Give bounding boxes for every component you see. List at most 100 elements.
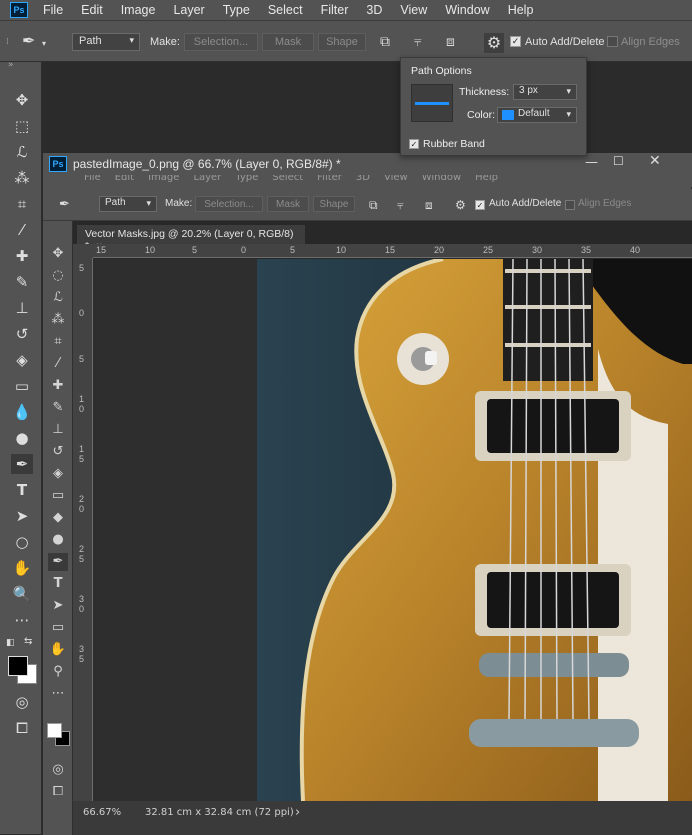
align-edges-checkbox[interactable] [607, 36, 618, 47]
make-mask-button[interactable]: Mask [262, 33, 314, 51]
path-alignment-icon[interactable]: ⫧ [397, 198, 404, 212]
menu-image[interactable]: Image [112, 3, 165, 17]
gear-icon[interactable]: ⚙ [484, 33, 504, 53]
ruler-corner[interactable] [73, 244, 93, 258]
lasso-tool-icon[interactable]: ℒ [48, 289, 68, 307]
path-selection-tool-icon[interactable]: ➤ [48, 597, 68, 615]
shape-tool-icon[interactable]: ▭ [48, 619, 68, 637]
inner-auto-add-delete-checkbox[interactable]: ✓ [475, 200, 485, 210]
eraser-tool-icon[interactable]: ◈ [11, 350, 33, 370]
inner-tool-mode-select[interactable]: Path ▾ [99, 196, 157, 212]
menu-file[interactable]: File [34, 3, 72, 17]
auto-add-delete-checkbox[interactable]: ✓ [510, 36, 521, 47]
path-operations-icon[interactable]: ⧉ [369, 198, 378, 212]
eyedropper-tool-icon[interactable]: ⁄ [48, 355, 68, 373]
history-brush-tool-icon[interactable]: ↺ [11, 324, 33, 344]
crop-tool-icon[interactable]: ⌗ [48, 333, 68, 351]
inner-menu-image[interactable]: Image [141, 175, 186, 183]
move-tool-icon[interactable]: ✥ [48, 245, 68, 263]
more-tools-icon[interactable]: ⋯ [48, 685, 68, 703]
inner-menu-view[interactable]: View [377, 175, 415, 183]
hand-tool-icon[interactable]: ✋ [48, 641, 68, 659]
inner-menu-edit[interactable]: Edit [108, 175, 141, 183]
chevron-down-icon[interactable]: ▾ [42, 37, 46, 51]
close-icon[interactable]: ✕ [649, 153, 661, 169]
marquee-tool-icon[interactable]: ⬚ [11, 116, 33, 136]
clone-stamp-tool-icon[interactable]: ⊥ [48, 421, 68, 439]
shape-tool-icon[interactable]: ○ [11, 532, 33, 552]
path-operations-icon[interactable]: ⧉ [380, 35, 390, 49]
blur-tool-icon[interactable]: 💧 [11, 402, 33, 422]
eyedropper-tool-icon[interactable]: ⁄ [11, 220, 33, 240]
type-tool-icon[interactable]: T [48, 575, 68, 593]
inner-make-selection-button[interactable]: Selection... [195, 196, 263, 212]
menu-help[interactable]: Help [499, 3, 543, 17]
menu-view[interactable]: View [391, 3, 436, 17]
path-arrangement-icon[interactable]: ⧈ [425, 198, 433, 212]
inner-menu-layer[interactable]: Layer [186, 175, 228, 183]
pen-tool-icon[interactable]: ✒ [11, 454, 33, 474]
healing-brush-tool-icon[interactable]: ✚ [48, 377, 68, 395]
quick-mask-icon[interactable]: ◎ [48, 761, 68, 779]
more-tools-icon[interactable]: ⋯ [11, 610, 33, 630]
dodge-tool-icon[interactable]: ● [11, 428, 33, 448]
pen-tool-preset-icon[interactable]: ✒ [59, 198, 70, 212]
tool-mode-select[interactable]: Path ▾ [72, 33, 140, 51]
inner-make-mask-button[interactable]: Mask [267, 196, 309, 212]
menu-layer[interactable]: Layer [164, 3, 213, 17]
marquee-tool-icon[interactable]: ◌ [48, 267, 68, 285]
canvas[interactable] [93, 259, 692, 801]
inner-align-edges-checkbox[interactable] [565, 200, 575, 210]
inner-menu-select[interactable]: Select [265, 175, 310, 183]
menu-type[interactable]: Type [214, 3, 259, 17]
zoom-level[interactable]: 66.67% [83, 807, 121, 818]
vertical-ruler[interactable]: 5 0 5 1 0 1 5 2 0 2 5 3 0 3 5 [73, 258, 93, 801]
foreground-color-swatch[interactable] [8, 656, 28, 676]
quick-mask-icon[interactable]: ◎ [11, 692, 33, 712]
magic-wand-tool-icon[interactable]: ⁂ [11, 168, 33, 188]
zoom-tool-icon[interactable]: 🔍 [11, 584, 33, 604]
inner-menu-filter[interactable]: Filter [310, 175, 349, 183]
make-shape-button[interactable]: Shape [318, 33, 366, 51]
document-tab[interactable]: Vector Masks.jpg @ 20.2% (Layer 0, RGB/8… [77, 225, 305, 252]
magic-wand-tool-icon[interactable]: ⁂ [48, 311, 68, 329]
menu-select[interactable]: Select [259, 3, 312, 17]
menu-edit[interactable]: Edit [72, 3, 112, 17]
healing-brush-tool-icon[interactable]: ✚ [11, 246, 33, 266]
zoom-tool-icon[interactable]: ⚲ [48, 663, 68, 681]
clone-stamp-tool-icon[interactable]: ⊥ [11, 298, 33, 318]
inner-menu-help[interactable]: Help [468, 175, 505, 183]
inner-make-shape-button[interactable]: Shape [313, 196, 355, 212]
brush-tool-icon[interactable]: ✎ [11, 272, 33, 292]
move-tool-icon[interactable]: ✥ [11, 90, 33, 110]
inner-menu-file[interactable]: File [77, 175, 108, 183]
color-select[interactable]: Default ▾ [497, 107, 577, 123]
menu-window[interactable]: Window [436, 3, 498, 17]
inner-menu-type[interactable]: Type [228, 175, 265, 183]
default-colors-icon[interactable]: ◧ [6, 638, 15, 648]
make-selection-button[interactable]: Selection... [184, 33, 258, 51]
minimize-icon[interactable]: — [585, 155, 598, 170]
gear-icon[interactable]: ⚙ [455, 198, 466, 212]
menu-3d[interactable]: 3D [357, 3, 391, 17]
path-selection-tool-icon[interactable]: ➤ [11, 506, 33, 526]
swap-colors-icon[interactable]: ⇆ [24, 636, 32, 647]
screen-mode-icon[interactable]: ⧠ [48, 783, 68, 801]
crop-tool-icon[interactable]: ⌗ [11, 194, 33, 214]
horizontal-ruler[interactable]: 15 10 5 0 5 10 15 20 25 30 35 40 [93, 244, 692, 258]
blur-tool-icon[interactable]: ◆ [48, 509, 68, 527]
gradient-tool-icon[interactable]: ▭ [11, 376, 33, 396]
hand-tool-icon[interactable]: ✋ [11, 558, 33, 578]
maximize-icon[interactable]: ☐ [613, 154, 624, 168]
type-tool-icon[interactable]: T [11, 480, 33, 500]
pen-tool-icon[interactable]: ✒ [48, 553, 68, 571]
screen-mode-icon[interactable]: ⧠ [11, 718, 33, 738]
path-alignment-icon[interactable]: ⫧ [414, 35, 422, 49]
dodge-tool-icon[interactable]: ● [48, 531, 68, 549]
eraser-tool-icon[interactable]: ◈ [48, 465, 68, 483]
brush-tool-icon[interactable]: ✎ [48, 399, 68, 417]
gradient-tool-icon[interactable]: ▭ [48, 487, 68, 505]
rubber-band-checkbox[interactable]: ✓ [409, 139, 419, 149]
path-arrangement-icon[interactable]: ⧈ [446, 35, 455, 49]
thickness-select[interactable]: 3 px ▾ [513, 84, 577, 100]
